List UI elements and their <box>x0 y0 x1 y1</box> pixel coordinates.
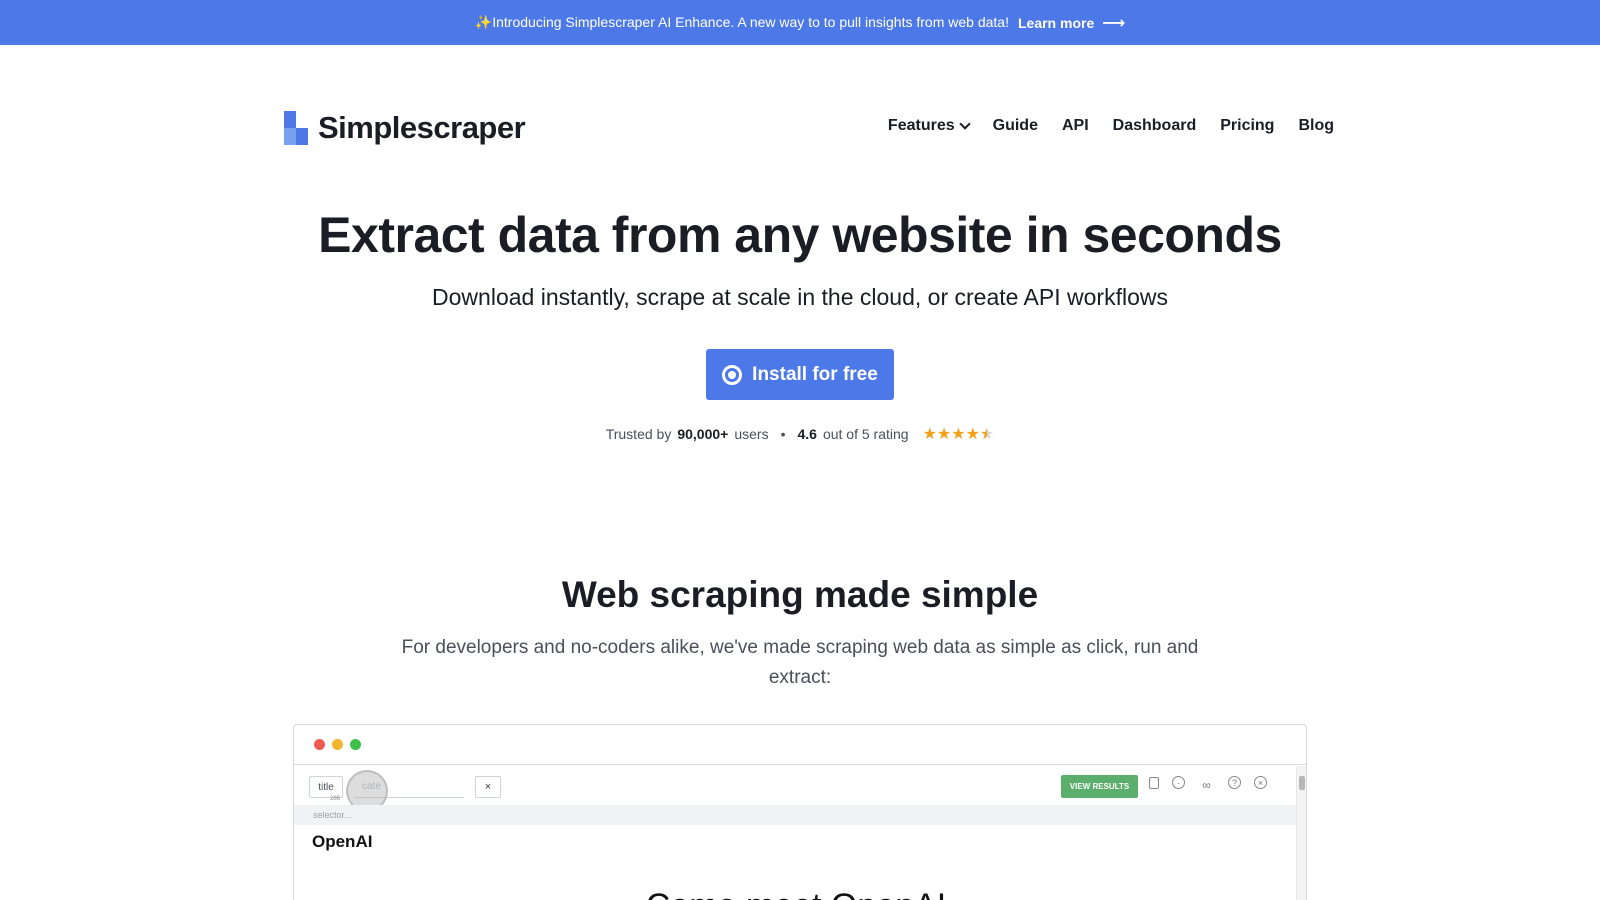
learn-more-label: Learn more <box>1017 14 1095 31</box>
scrollbar[interactable] <box>1296 766 1306 900</box>
trust-prefix: Trusted by <box>605 426 672 442</box>
announcement-text: ✨Introducing Simplescraper AI Enhance. A… <box>474 14 1009 30</box>
brand-logo[interactable]: Simplescraper <box>284 110 526 146</box>
scrollbar-thumb[interactable] <box>1299 776 1305 790</box>
star-rating-icon: ★★★★★ <box>923 424 995 444</box>
field-count: 286 <box>330 796 341 802</box>
palette-icon[interactable]: · <box>1172 776 1185 789</box>
close-dot-icon <box>314 739 325 750</box>
learn-more-link[interactable]: Learn more ⟶ <box>1018 13 1125 33</box>
nav-item-blog[interactable]: Blog <box>1298 117 1334 135</box>
install-button[interactable]: Install for free <box>706 349 894 400</box>
close-button[interactable]: × <box>475 776 501 798</box>
section-description: For developers and no-coders alike, we'v… <box>401 637 1199 688</box>
close-circle-icon[interactable]: × <box>1254 776 1267 789</box>
infinity-icon[interactable]: ∞ <box>1198 776 1215 793</box>
brand-name: Simplescraper <box>318 110 526 145</box>
section-title: Web scraping made simple <box>561 574 1039 615</box>
hero-title: Extract data from any website in seconds <box>318 207 1282 263</box>
nav-item-dashboard[interactable]: Dashboard <box>1113 117 1197 135</box>
copy-icon[interactable] <box>1149 777 1159 789</box>
main-nav: Features Guide API Dashboard Pricing Blo… <box>888 117 1334 135</box>
trust-line: Trusted by 90,000+ users • 4.6 out of 5 … <box>0 424 1600 444</box>
browser-titlebar <box>294 725 1306 765</box>
nav-item-api[interactable]: API <box>1062 117 1089 135</box>
user-count: 90,000+ <box>677 426 729 442</box>
rating-suffix: out of 5 rating <box>822 426 909 442</box>
view-results-button[interactable]: VIEW RESULTS <box>1061 775 1138 798</box>
help-icon[interactable]: ? <box>1228 776 1241 789</box>
arrow-right-icon: ⟶ <box>1102 14 1126 32</box>
rating-value: 4.6 <box>797 426 817 442</box>
chevron-down-icon <box>958 118 971 130</box>
toolbar-icons: · ∞ ? × <box>1149 776 1267 793</box>
install-button-label: Install for free <box>752 363 878 385</box>
scraper-toolbar: title 286 cate × VIEW RESULTS · ∞ ? × <box>294 766 1298 812</box>
selector-row: selector... <box>294 805 1298 825</box>
site-heading: Come meet OpenAI <box>294 887 1298 900</box>
site-logo: OpenAI <box>312 832 373 851</box>
chrome-icon <box>722 364 743 385</box>
nav-item-features[interactable]: Features <box>887 117 971 135</box>
demo-browser-window: title 286 cate × VIEW RESULTS · ∞ ? × se… <box>293 724 1307 900</box>
nav-item-guide[interactable]: Guide <box>993 117 1038 135</box>
minimize-dot-icon <box>332 739 343 750</box>
nav-item-pricing[interactable]: Pricing <box>1220 117 1274 135</box>
trust-users-suffix: users <box>734 426 769 442</box>
maximize-dot-icon <box>350 739 361 750</box>
hero-subtitle: Download instantly, scrape at scale in t… <box>432 284 1168 310</box>
separator-dot: • <box>780 426 786 442</box>
nav-item-label: Features <box>887 117 955 134</box>
field-chip-title[interactable]: title <box>309 776 343 798</box>
announcement-bar: ✨Introducing Simplescraper AI Enhance. A… <box>0 0 1600 45</box>
logo-icon <box>284 111 308 145</box>
